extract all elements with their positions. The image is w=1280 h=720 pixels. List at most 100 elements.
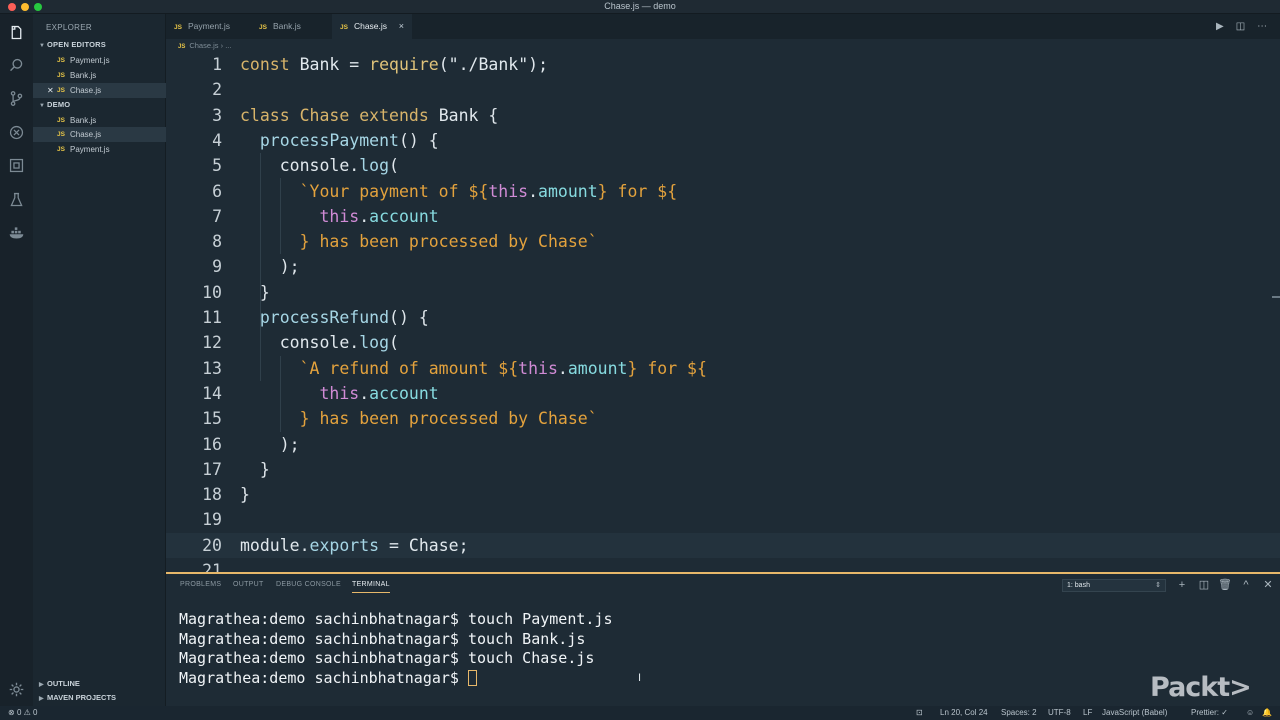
open-editors-section[interactable]: ▼ OPEN EDITORS [33,38,166,52]
file-tree-item[interactable]: JS Chase.js [33,127,166,142]
trash-icon[interactable]: 🗑 [1218,578,1232,592]
terminal-panel: PROBLEMS OUTPUT DEBUG CONSOLE TERMINAL 1… [166,572,1280,706]
cursor-position[interactable]: Ln 20, Col 24 [940,706,988,720]
chevron-right-icon: ▶ [39,696,44,702]
status-bar: ⊗ 0 ⚠ 0 ⊡ Ln 20, Col 24 Spaces: 2 UTF-8 … [0,706,1280,720]
notifications-bell-icon[interactable]: 🔔 [1262,706,1272,720]
scrollbar-marker[interactable] [1272,296,1280,298]
open-editor-item[interactable]: JS Bank.js [33,68,166,83]
chevron-down-icon: ▼ [39,103,46,109]
code-line: 2 [212,80,222,100]
encoding-status[interactable]: UTF-8 [1048,706,1071,720]
breadcrumb-file[interactable]: Chase.js [189,41,218,50]
js-file-icon: JS [57,131,65,138]
problems-status[interactable]: ⊗ 0 ⚠ 0 [8,706,37,720]
explorer-header: EXPLORER [46,23,92,32]
code-line: 14 this.account [202,383,439,403]
maximize-panel-icon[interactable]: ^ [1239,578,1253,592]
tab-terminal[interactable]: TERMINAL [352,574,390,596]
js-file-icon: JS [57,72,65,79]
outline-section[interactable]: ▶ OUTLINE [33,677,166,691]
split-terminal-icon[interactable]: ◫ [1197,578,1211,592]
packt-logo: Packt> [1150,672,1252,703]
js-file-icon: JS [57,146,65,153]
prettier-status[interactable]: Prettier: ✓ [1191,706,1228,720]
source-control-icon[interactable] [6,88,26,108]
test-flask-icon[interactable] [6,189,26,209]
code-line: 10 } [202,282,270,302]
tab-debug-console[interactable]: DEBUG CONSOLE [276,574,341,596]
editor-tabs: JS Payment.js JS Bank.js JS Chase.js × ▶ ◫ ⋯ [166,14,1280,39]
split-editor-icon[interactable]: ◫ [1236,21,1245,32]
docker-icon[interactable] [6,222,26,242]
tab-chase[interactable]: JS Chase.js × [332,14,412,39]
file-tree-item[interactable]: JS Payment.js [33,142,166,157]
code-line: 5 console.log( [212,156,399,176]
tab-payment[interactable]: JS Payment.js [174,14,254,39]
debug-icon[interactable] [6,122,26,142]
code-line-current: 20 module.exports = Chase; [166,532,1280,558]
js-file-icon: JS [57,117,65,124]
code-line: 13 `A refund of amount ${this.amount} fo… [202,358,707,378]
live-share-icon[interactable]: ⊡ [916,706,923,720]
demo-folder-section[interactable]: ▼ DEMO [33,98,166,112]
chevron-right-icon: ▶ [39,682,44,688]
code-line: 12 console.log( [202,333,399,353]
activity-bar [0,14,33,706]
code-line: 15 } has been processed by Chase` [202,409,598,429]
terminal-select[interactable]: 1: bash ⇕ [1062,579,1166,592]
js-file-icon: JS [174,24,182,31]
code-line: 11 processRefund() { [202,308,429,327]
new-terminal-icon[interactable]: + [1175,578,1189,592]
breadcrumb: JS Chase.js › ... [166,39,1280,52]
code-line: 7 this.account [212,206,439,226]
open-editor-item[interactable]: JS Payment.js [33,53,166,68]
code-line: 1 const Bank = require("./Bank"); [212,55,549,74]
explorer-sidebar: EXPLORER ▼ OPEN EDITORS JS Payment.js JS Ba… [33,14,166,706]
file-tree-item[interactable]: JS Bank.js [33,113,166,128]
tab-output[interactable]: OUTPUT [233,574,264,596]
window-title: Chase.js — demo [604,1,676,11]
run-icon[interactable]: ▶ [1216,21,1224,32]
js-file-icon: JS [57,87,65,94]
panel-tabs: PROBLEMS OUTPUT DEBUG CONSOLE TERMINAL 1… [166,574,1280,596]
settings-gear-icon[interactable] [6,679,26,699]
maven-projects-section[interactable]: ▶ MAVEN PROJECTS [33,691,166,705]
code-line: 9 ); [212,257,300,277]
chevron-updown-icon: ⇕ [1155,582,1161,589]
indentation-status[interactable]: Spaces: 2 [1001,706,1037,720]
code-line: 16 ); [202,434,300,454]
eol-status[interactable]: LF [1083,706,1092,720]
terminal-line: Magrathea:demo sachinbhatnagar$ touch Ba… [179,629,586,648]
tab-problems[interactable]: PROBLEMS [180,574,221,596]
chevron-down-icon: ▼ [39,43,46,49]
terminal-cursor [467,669,477,686]
js-file-icon: JS [259,24,267,31]
code-line: 21 [202,561,222,572]
code-line: 6 `Your payment of ${this.amount} for ${ [212,181,678,201]
terminal-output[interactable]: Magrathea:demo sachinbhatnagar$ touch Pa… [179,610,612,688]
explorer-icon[interactable] [6,22,26,42]
language-mode[interactable]: JavaScript (Babel) [1102,706,1167,720]
terminal-line: Magrathea:demo sachinbhatnagar$ touch Pa… [179,610,613,628]
close-tab-icon[interactable]: × [399,14,404,39]
extensions-icon[interactable] [6,155,26,175]
ibeam-cursor-icon: I [638,672,642,684]
terminal-prompt-line: Magrathea:demo sachinbhatnagar$ [179,669,612,689]
js-file-icon: JS [340,24,348,31]
search-icon[interactable] [6,55,26,75]
more-actions-icon[interactable]: ⋯ [1257,21,1267,32]
code-line: 18} [202,485,250,505]
breadcrumb-rest: › ... [220,41,232,50]
code-line: 8 } has been processed by Chase` [212,232,598,252]
smiley-feedback-icon[interactable]: ☺ [1246,706,1254,720]
open-editor-item[interactable]: ✕ JS Chase.js [33,83,166,98]
code-editor[interactable]: 1 const Bank = require("./Bank"); 2 3 clas… [166,52,1280,572]
close-icon[interactable]: ✕ [47,83,54,98]
terminal-line: Magrathea:demo sachinbhatnagar$ touch Ch… [179,649,595,667]
code-line: 19 [202,510,222,530]
code-line: 17 } [202,459,270,479]
tab-bank[interactable]: JS Bank.js [259,14,339,39]
close-panel-icon[interactable]: ✕ [1261,578,1275,592]
code-line: 3 class Chase extends Bank { [212,105,499,125]
